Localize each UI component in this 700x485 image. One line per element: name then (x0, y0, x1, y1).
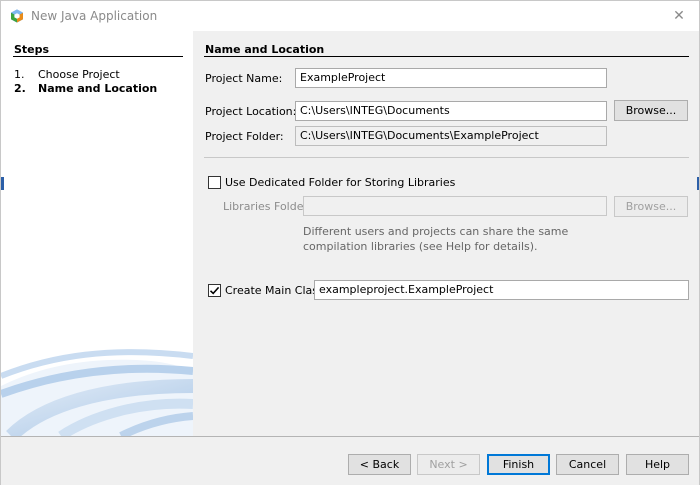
section-divider (204, 56, 689, 57)
step-label: Choose Project (38, 68, 120, 81)
steps-panel: Steps 1. Choose Project 2. Name and Loca… (1, 31, 193, 436)
libraries-help-text: Different users and projects can share t… (303, 225, 569, 253)
libraries-folder-label: Libraries Folder: (223, 200, 312, 213)
project-name-field[interactable]: ExampleProject (295, 68, 607, 88)
section-title: Name and Location (205, 43, 325, 56)
title-bar: New Java Application ✕ (1, 1, 699, 31)
cancel-button[interactable]: Cancel (556, 454, 619, 475)
right-edge-marker (697, 177, 699, 190)
finish-button[interactable]: Finish (487, 454, 550, 475)
decorative-swirl-graphic (1, 349, 193, 436)
help-button[interactable]: Help (626, 454, 689, 475)
close-icon: ✕ (673, 8, 685, 24)
steps-divider (13, 56, 183, 57)
dedicated-folder-checkbox[interactable] (208, 176, 221, 189)
project-folder-label: Project Folder: (205, 130, 284, 143)
dedicated-folder-label[interactable]: Use Dedicated Folder for Storing Librari… (225, 176, 455, 189)
create-main-class-label[interactable]: Create Main Class (225, 284, 324, 297)
step-label: Name and Location (38, 82, 158, 95)
form-divider (204, 157, 689, 158)
libraries-browse-button: Browse... (614, 196, 688, 217)
checkmark-icon (209, 286, 220, 295)
step-number: 2. (14, 82, 26, 95)
steps-list: 1. Choose Project 2. Name and Location (14, 68, 157, 96)
create-main-class-checkbox[interactable] (208, 284, 221, 297)
wizard-window: New Java Application ✕ Steps 1. Choose P… (0, 0, 700, 485)
netbeans-cube-icon (11, 9, 23, 23)
step-item-choose-project: 1. Choose Project (14, 68, 157, 82)
close-button[interactable]: ✕ (659, 1, 699, 31)
project-folder-field: C:\Users\INTEG\Documents\ExampleProject (295, 126, 607, 146)
project-location-label: Project Location: (205, 105, 297, 118)
left-edge-marker (1, 177, 4, 190)
back-button[interactable]: < Back (348, 454, 411, 475)
libraries-folder-field (303, 196, 607, 216)
steps-title: Steps (14, 43, 50, 56)
project-location-browse-button[interactable]: Browse... (614, 100, 688, 121)
step-number: 1. (14, 68, 25, 81)
next-button: Next > (417, 454, 480, 475)
window-title: New Java Application (31, 9, 158, 23)
content-panel: Name and Location Project Name: ExampleP… (193, 31, 699, 436)
project-name-label: Project Name: (205, 72, 283, 85)
project-location-field[interactable]: C:\Users\INTEG\Documents (295, 101, 607, 121)
button-bar: < Back Next > Finish Cancel Help (1, 437, 699, 485)
step-item-name-and-location: 2. Name and Location (14, 82, 157, 96)
main-class-field[interactable]: exampleproject.ExampleProject (314, 280, 689, 300)
